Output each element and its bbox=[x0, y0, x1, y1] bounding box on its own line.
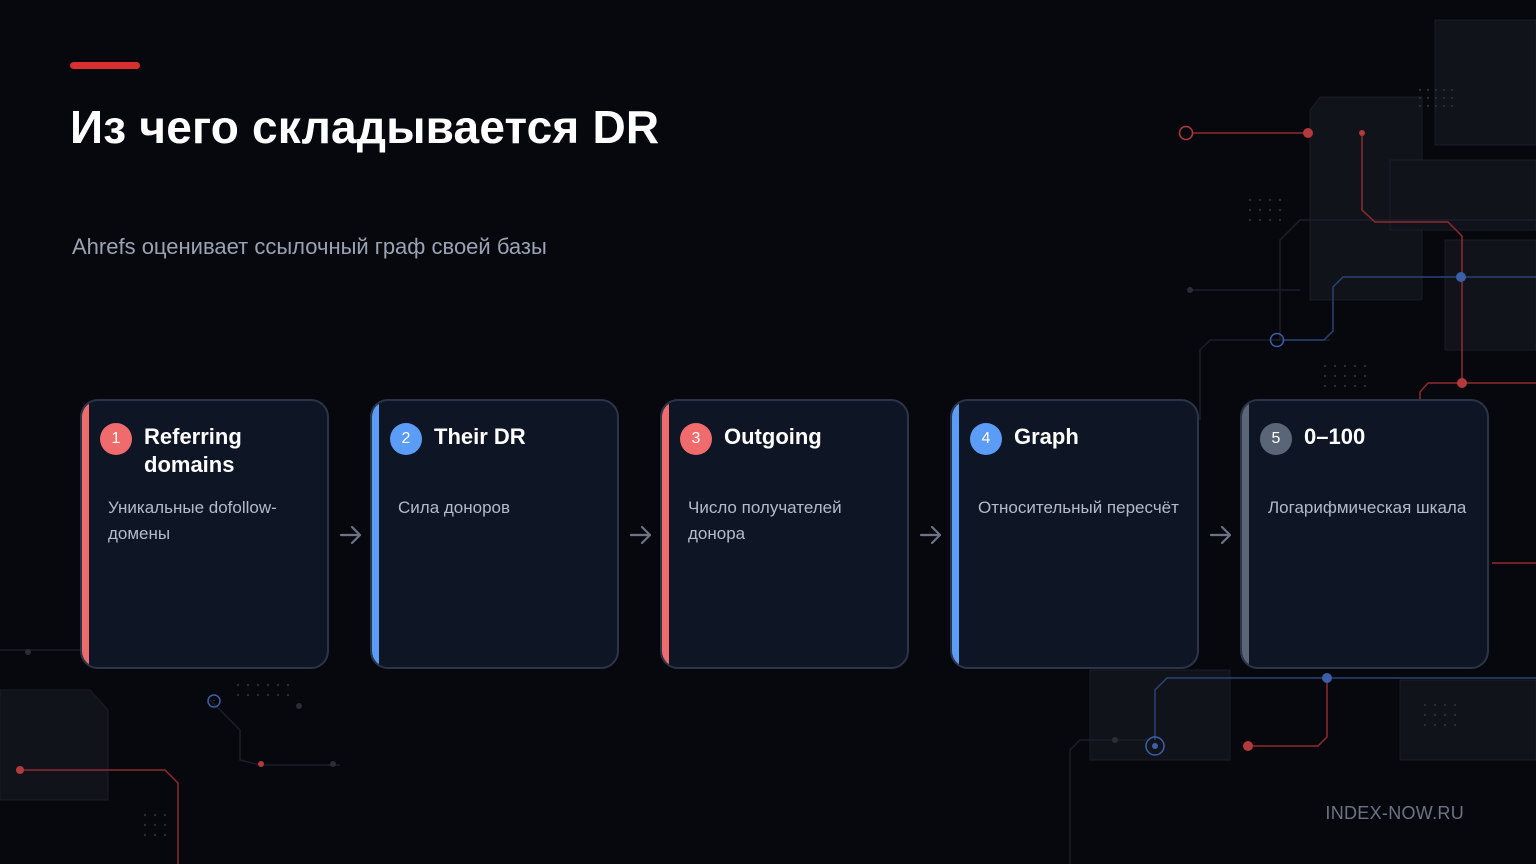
arrow-right-icon bbox=[1209, 525, 1232, 545]
step-number-badge: 3 bbox=[680, 423, 712, 455]
step-title: Their DR bbox=[434, 424, 526, 449]
site-footer-label: INDEX-NOW.RU bbox=[1325, 803, 1464, 823]
step-description: Число получателей донора bbox=[688, 498, 842, 543]
step-title: 0–100 bbox=[1304, 424, 1366, 449]
arrow-right-icon bbox=[339, 525, 362, 545]
slide-title: Из чего складывается DR bbox=[70, 101, 660, 153]
step-card-4: 4 Graph Относительный пересчёт bbox=[950, 399, 1199, 669]
step-card-1: 1 Referring domains Уникальные dofollow-… bbox=[80, 399, 329, 669]
arrow-right-icon bbox=[919, 525, 942, 545]
step-title: Graph bbox=[1014, 424, 1079, 449]
step-accent-stripe bbox=[952, 401, 959, 667]
step-accent-stripe bbox=[82, 401, 89, 667]
step-description: Относительный пересчёт bbox=[978, 498, 1179, 517]
title-accent-bar bbox=[70, 62, 140, 69]
step-accent-stripe bbox=[372, 401, 379, 667]
step-description: Уникальные dofollow-домены bbox=[108, 498, 277, 543]
step-card-5: 5 0–100 Логарифмическая шкала bbox=[1240, 399, 1489, 669]
step-title: Referring domains bbox=[144, 424, 242, 477]
step-description: Сила доноров bbox=[398, 498, 511, 517]
step-number-badge: 4 bbox=[970, 423, 1002, 455]
step-title: Outgoing bbox=[724, 424, 822, 449]
arrow-right-icon bbox=[629, 525, 652, 545]
step-number-badge: 2 bbox=[390, 423, 422, 455]
step-accent-stripe bbox=[1242, 401, 1249, 667]
step-card-3: 3 Outgoing Число получателей донора bbox=[660, 399, 909, 669]
step-description: Логарифмическая шкала bbox=[1268, 498, 1467, 517]
step-number-badge: 1 bbox=[100, 423, 132, 455]
step-card-2: 2 Their DR Сила доноров bbox=[370, 399, 619, 669]
step-accent-stripe bbox=[662, 401, 669, 667]
slide-subtitle: Ahrefs оценивает ссылочный граф своей ба… bbox=[72, 234, 547, 259]
step-number-badge: 5 bbox=[1260, 423, 1292, 455]
